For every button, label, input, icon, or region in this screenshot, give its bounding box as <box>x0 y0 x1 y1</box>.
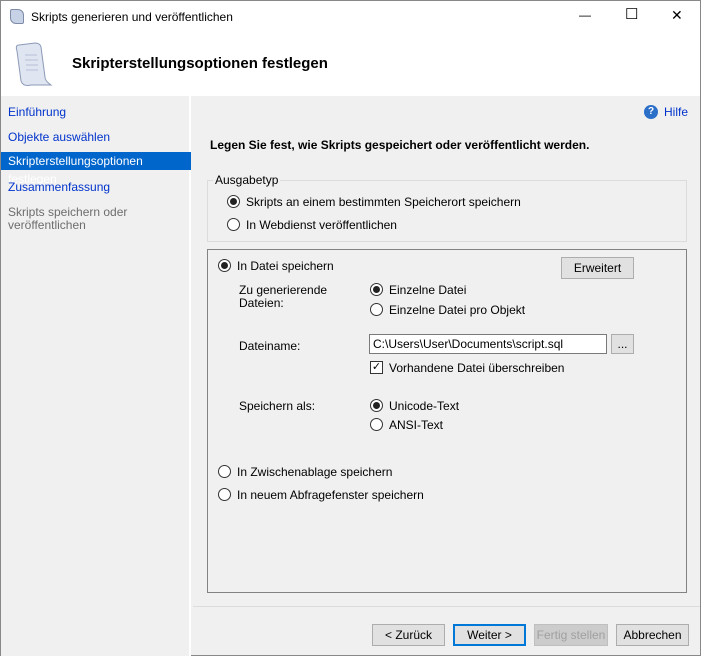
browse-button[interactable]: ... <box>611 334 634 354</box>
sidebar-item-speichern: Skripts speichern oder veröffentlichen <box>8 205 128 232</box>
back-button[interactable]: < Zurück <box>372 624 445 646</box>
scroll-icon <box>10 9 24 24</box>
sidebar-item-objekte[interactable]: Objekte auswählen <box>1 128 191 146</box>
header: Skripterstellungsoptionen festlegen <box>1 33 700 96</box>
instruction-text: Legen Sie fest, wie Skripts gespeichert … <box>210 138 590 152</box>
overwrite-label: Vorhandene Datei überschreiben <box>389 361 565 375</box>
title-bar: Skripts generieren und veröffentlichen —… <box>1 1 700 33</box>
minimize-button[interactable]: — <box>579 8 591 22</box>
save-as-label: Speichern als: <box>239 399 316 413</box>
cancel-button[interactable]: Abbrechen <box>616 624 689 646</box>
radio-file-per-object-label: Einzelne Datei pro Objekt <box>389 303 526 317</box>
radio-save-file[interactable] <box>218 259 231 272</box>
output-type-legend: Ausgabetyp <box>213 173 281 187</box>
radio-clipboard-label: In Zwischenablage speichern <box>237 465 393 479</box>
close-button[interactable]: ✕ <box>671 7 683 24</box>
radio-webservice-label: In Webdienst veröffentlichen <box>246 218 397 232</box>
radio-query-window-label: In neuem Abfragefenster speichern <box>237 488 424 502</box>
radio-webservice[interactable] <box>227 218 240 231</box>
wizard-window: Skripts generieren und veröffentlichen —… <box>0 0 701 656</box>
overwrite-checkbox[interactable]: ✓ <box>370 361 383 374</box>
next-button[interactable]: Weiter > <box>453 624 526 646</box>
radio-single-file[interactable] <box>370 283 383 296</box>
filename-label: Dateiname: <box>239 339 301 353</box>
sidebar-item-zusammenfassung[interactable]: Zusammenfassung <box>1 178 191 196</box>
script-scroll-icon <box>15 42 53 86</box>
radio-save-location[interactable] <box>227 195 240 208</box>
sidebar-item-optionen[interactable]: Skripterstellungsoptionen festlegen <box>1 152 191 186</box>
help-link[interactable]: Hilfe <box>664 105 688 119</box>
advanced-button[interactable]: Erweitert <box>561 257 634 279</box>
help-icon[interactable]: ? <box>644 105 658 119</box>
radio-unicode-label: Unicode-Text <box>389 399 460 413</box>
radio-single-file-label: Einzelne Datei <box>389 283 467 297</box>
sidebar: Einführung Objekte auswählen Skripterste… <box>1 96 191 656</box>
radio-ansi-label: ANSI-Text <box>389 418 444 432</box>
output-type-group <box>207 180 687 242</box>
page-title: Skripterstellungsoptionen festlegen <box>72 55 328 72</box>
finish-button: Fertig stellen <box>534 624 608 646</box>
radio-save-location-label: Skripts an einem bestimmten Speicherort … <box>246 195 521 209</box>
radio-unicode[interactable] <box>370 399 383 412</box>
radio-clipboard[interactable] <box>218 465 231 478</box>
footer-divider <box>193 606 700 607</box>
radio-save-file-label: In Datei speichern <box>237 259 334 273</box>
radio-ansi[interactable] <box>370 418 383 431</box>
sidebar-item-einfuehrung[interactable]: Einführung <box>1 103 191 121</box>
radio-file-per-object[interactable] <box>370 303 383 316</box>
filename-input[interactable] <box>369 334 607 354</box>
radio-query-window[interactable] <box>218 488 231 501</box>
maximize-button[interactable]: ☐ <box>625 5 638 23</box>
window-title: Skripts generieren und veröffentlichen <box>31 10 233 24</box>
files-label: Zu generierende Dateien: <box>239 283 328 310</box>
